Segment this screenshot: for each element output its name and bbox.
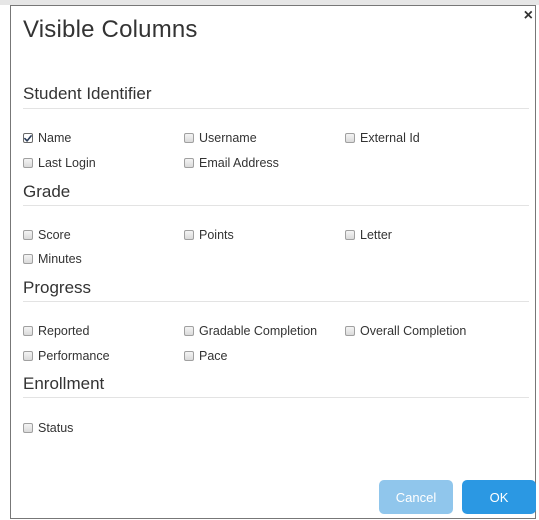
option-label: Minutes bbox=[38, 252, 82, 266]
option-label: Overall Completion bbox=[360, 324, 467, 338]
email-address-checkbox[interactable] bbox=[184, 158, 194, 168]
external-id-checkbox[interactable] bbox=[345, 133, 355, 143]
performance-checkbox[interactable] bbox=[23, 351, 33, 361]
option-overall-completion[interactable]: Overall Completion bbox=[345, 324, 466, 338]
name-checkbox[interactable] bbox=[23, 133, 33, 143]
option-label: Name bbox=[38, 131, 72, 145]
option-label: Score bbox=[38, 228, 71, 242]
option-label: Status bbox=[38, 421, 74, 435]
option-status[interactable]: Status bbox=[23, 421, 73, 435]
option-label: Last Login bbox=[38, 156, 96, 170]
score-checkbox[interactable] bbox=[23, 230, 33, 240]
letter-checkbox[interactable] bbox=[345, 230, 355, 240]
section-divider bbox=[23, 108, 529, 109]
option-gradable-completion[interactable]: Gradable Completion bbox=[184, 324, 317, 338]
option-label: Pace bbox=[199, 349, 228, 363]
option-external-id[interactable]: External Id bbox=[345, 131, 420, 145]
status-checkbox[interactable] bbox=[23, 423, 33, 433]
option-label: Gradable Completion bbox=[199, 324, 318, 338]
option-label: Username bbox=[199, 131, 257, 145]
gradable-completion-checkbox[interactable] bbox=[184, 326, 194, 336]
option-last-login[interactable]: Last Login bbox=[23, 156, 96, 170]
option-label: Email Address bbox=[199, 156, 279, 170]
option-label: Points bbox=[199, 228, 234, 242]
section-header-student-identifier: Student Identifier bbox=[23, 84, 152, 103]
option-performance[interactable]: Performance bbox=[23, 349, 110, 363]
option-letter[interactable]: Letter bbox=[345, 228, 392, 242]
option-score[interactable]: Score bbox=[23, 228, 71, 242]
username-checkbox[interactable] bbox=[184, 133, 194, 143]
minutes-checkbox[interactable] bbox=[23, 254, 33, 264]
close-icon[interactable]: × bbox=[524, 8, 533, 24]
checkmark-icon bbox=[24, 134, 32, 142]
section-header-grade: Grade bbox=[23, 182, 71, 201]
option-label: External Id bbox=[360, 131, 420, 145]
option-label: Performance bbox=[38, 349, 110, 363]
overall-completion-checkbox[interactable] bbox=[345, 326, 355, 336]
option-username[interactable]: Username bbox=[184, 131, 257, 145]
option-reported[interactable]: Reported bbox=[23, 324, 89, 338]
cancel-button[interactable]: Cancel bbox=[379, 480, 453, 514]
option-name[interactable]: Name bbox=[23, 131, 71, 145]
dialog-title: Visible Columns bbox=[23, 16, 198, 43]
ok-button[interactable]: OK bbox=[462, 480, 536, 514]
section-divider bbox=[23, 205, 529, 206]
last-login-checkbox[interactable] bbox=[23, 158, 33, 168]
points-checkbox[interactable] bbox=[184, 230, 194, 240]
option-minutes[interactable]: Minutes bbox=[23, 252, 82, 266]
section-divider bbox=[23, 397, 529, 398]
pace-checkbox[interactable] bbox=[184, 351, 194, 361]
section-header-progress: Progress bbox=[23, 278, 92, 297]
reported-checkbox[interactable] bbox=[23, 326, 33, 336]
option-pace[interactable]: Pace bbox=[184, 349, 228, 363]
option-label: Reported bbox=[38, 324, 90, 338]
option-label: Letter bbox=[360, 228, 392, 242]
section-divider bbox=[23, 301, 529, 302]
option-email-address[interactable]: Email Address bbox=[184, 156, 279, 170]
visible-columns-dialog: Visible Columns × Student Identifier Nam… bbox=[10, 5, 536, 519]
option-points[interactable]: Points bbox=[184, 228, 234, 242]
section-header-enrollment: Enrollment bbox=[23, 374, 105, 393]
